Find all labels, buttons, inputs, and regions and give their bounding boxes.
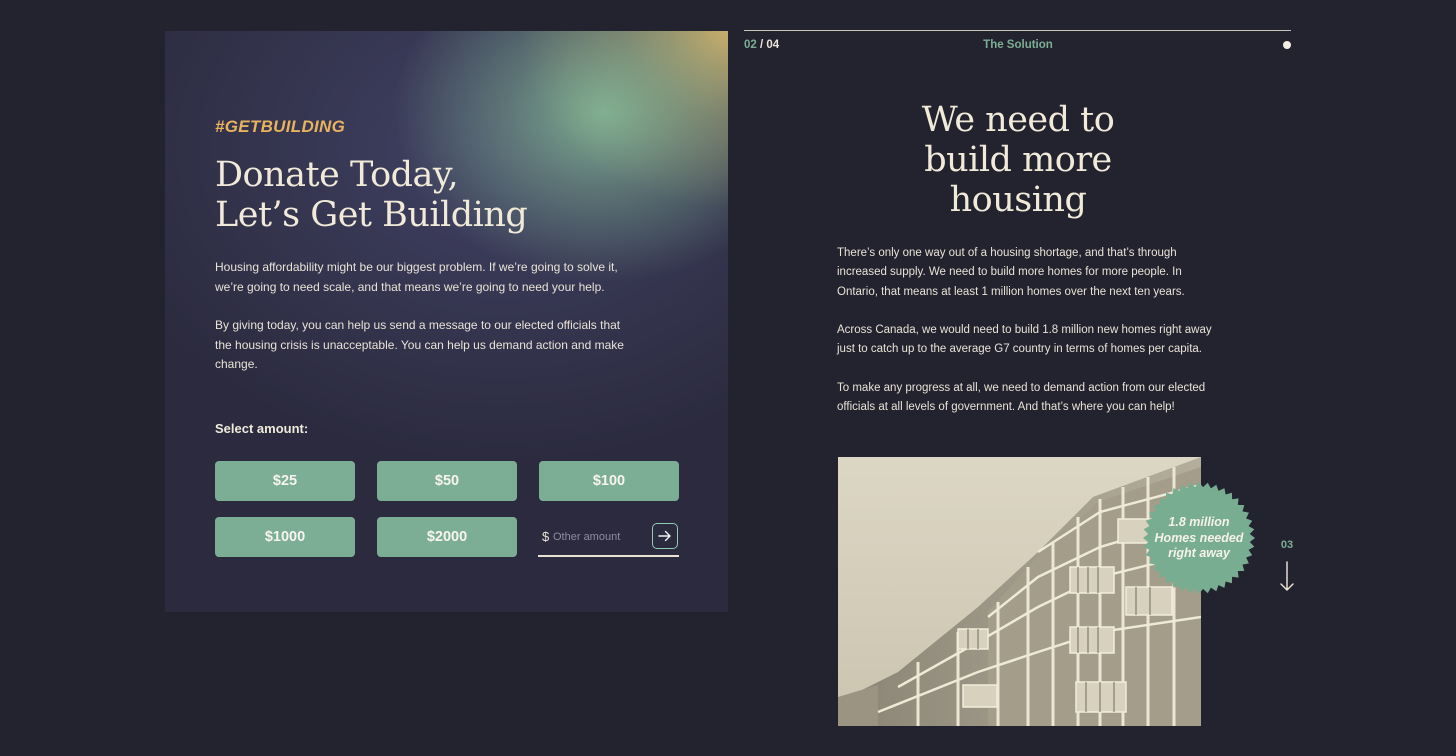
headline-line-1: Donate Today,	[215, 155, 459, 195]
solution-paragraph-3: To make any progress at all, we need to …	[837, 382, 1206, 414]
next-page-number: 03	[1280, 539, 1294, 551]
select-amount-label: Select amount:	[215, 421, 309, 436]
submit-amount-button[interactable]	[652, 523, 678, 549]
solution-heading-line-3: housing	[949, 180, 1087, 220]
donate-paragraph-1: Housing affordability might be our bigge…	[215, 260, 618, 294]
other-amount-input[interactable]	[553, 527, 648, 547]
arrow-down-icon[interactable]	[1279, 561, 1295, 593]
donate-card: #GETBUILDING Donate Today, Let’s Get Bui…	[165, 31, 728, 612]
amount-25-button[interactable]: $25	[215, 461, 355, 501]
amount-1000-button[interactable]: $1000	[215, 517, 355, 557]
headline-line-2: Let’s Get Building	[215, 195, 528, 235]
page-indicator: 02 / 04	[744, 39, 779, 51]
section-title: The Solution	[983, 39, 1053, 51]
amount-50-button[interactable]: $50	[377, 461, 517, 501]
hashtag-tagline: #GETBUILDING	[215, 117, 346, 136]
currency-symbol: $	[542, 529, 550, 544]
top-divider	[744, 30, 1291, 31]
donate-headline: Donate Today, Let’s Get Building	[215, 155, 528, 235]
arrow-right-icon	[658, 530, 671, 542]
amount-100-button[interactable]: $100	[539, 461, 679, 501]
solution-paragraph-2: Across Canada, we would need to build 1.…	[837, 324, 1212, 356]
badge-line-3: right away	[1168, 546, 1230, 560]
other-amount-field: $	[538, 517, 679, 557]
solution-paragraph-1: There’s only one way out of a housing sh…	[837, 247, 1185, 298]
current-page: 02	[744, 39, 757, 51]
solution-heading-line-2: build more	[924, 140, 1112, 180]
badge-line-2: Homes needed	[1154, 530, 1244, 545]
homes-needed-badge: 1.8 million Homes needed right away	[1142, 481, 1256, 595]
amount-2000-button[interactable]: $2000	[377, 517, 517, 557]
total-pages: 04	[766, 39, 780, 51]
solution-heading: We need to build more housing	[868, 100, 1168, 220]
page-separator: /	[756, 39, 767, 51]
badge-text: 1.8 million Homes needed right away	[1142, 515, 1256, 562]
solution-heading-line-1: We need to	[921, 100, 1115, 140]
donate-paragraph-2: By giving today, you can help us send a …	[215, 318, 624, 371]
nav-dot[interactable]	[1283, 41, 1291, 49]
badge-line-1: 1.8 million	[1168, 515, 1230, 529]
